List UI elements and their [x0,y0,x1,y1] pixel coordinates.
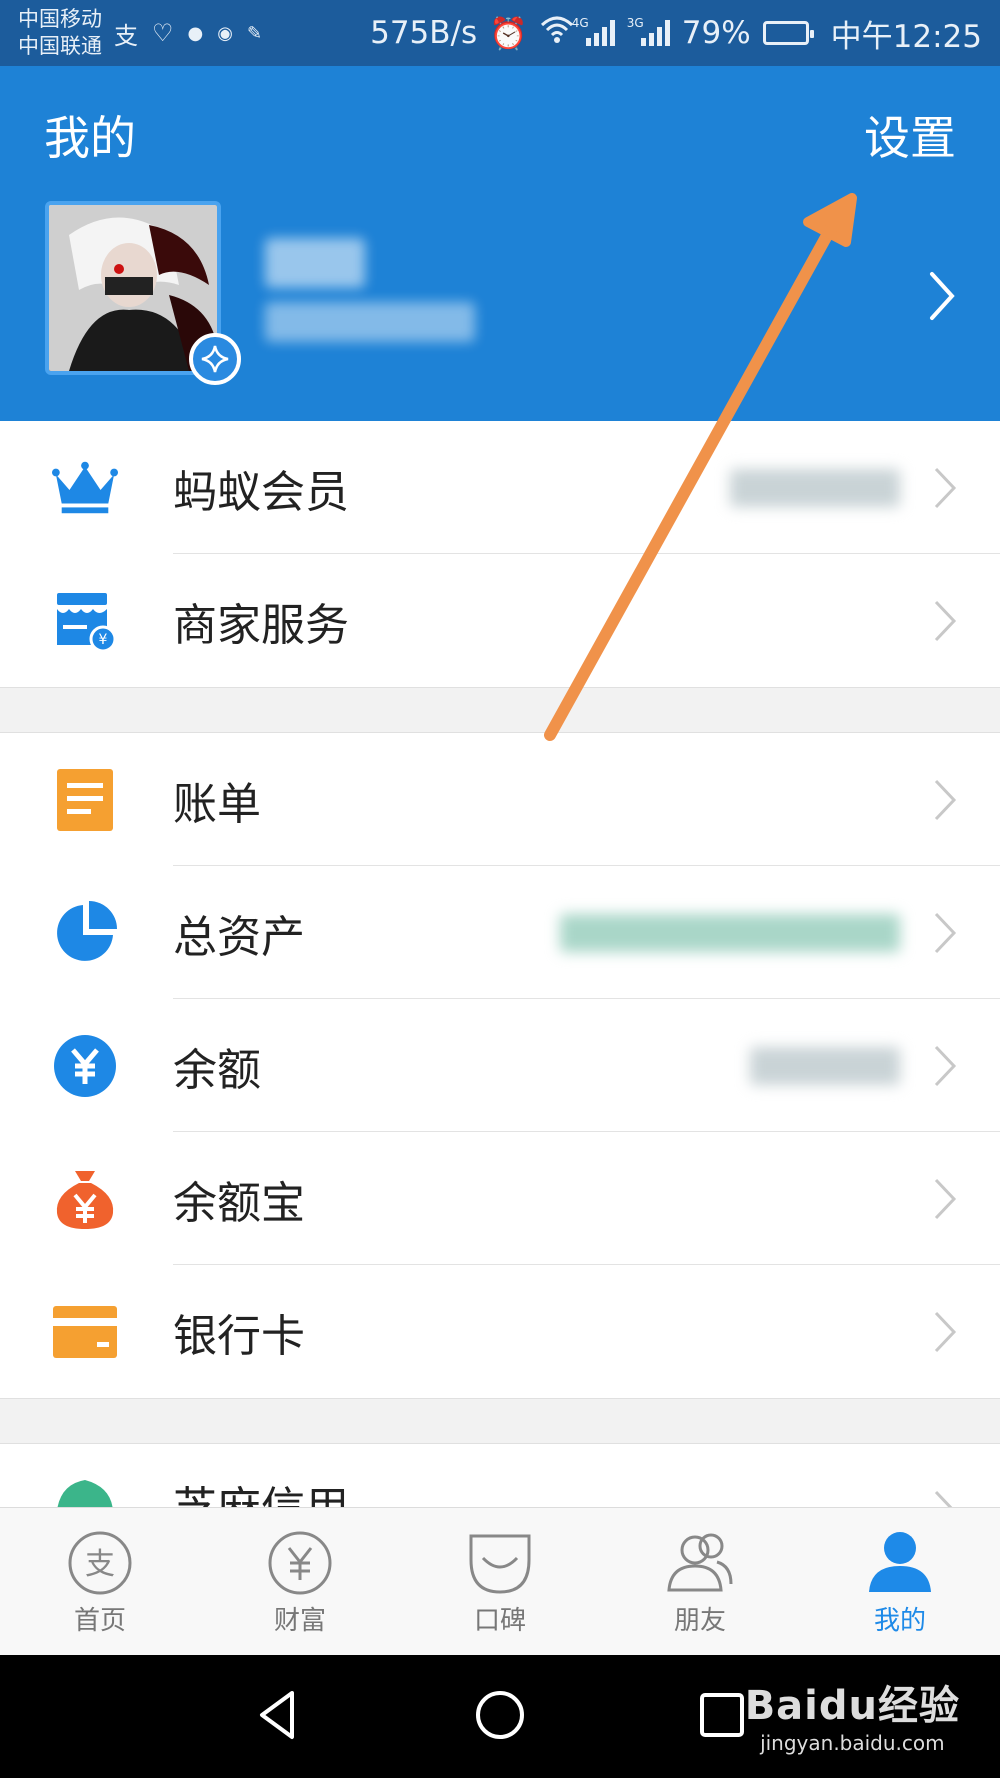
chevron-right-icon [930,463,960,513]
star-badge-icon [189,333,241,385]
menu-item-ant-member[interactable]: 蚂蚁会员 [0,421,1000,554]
menu-item-bill[interactable]: 账单 [0,733,1000,866]
tab-bar: 支 首页 财富 口碑 朋友 我的 [0,1507,1000,1655]
wifi-icon [540,15,574,51]
tab-profile[interactable]: 我的 [800,1508,1000,1655]
menu-item-label: 芝麻信用 [173,1472,349,1507]
menu-group-3: 芝麻信用 [0,1444,1000,1507]
menu-item-label: 商家服务 [173,599,349,651]
tab-label: 财富 [273,1606,326,1636]
page-title: 我的 [44,111,136,165]
pie-chart-icon [52,900,118,966]
wealth-yuan-icon [268,1531,332,1595]
tab-label: 我的 [873,1606,926,1636]
notification-icons: 支 ♡ ● ◉ ✎ [114,16,262,51]
alipay-notification-icon: 支 [114,21,138,50]
blurred-username [265,238,365,288]
heart-rate-icon: ♡ [152,19,174,47]
menu-group-2: 账单 总资产 余额 余额宝 银行卡 [0,733,1000,1398]
baidu-watermark: Baidu经验 jingyan.baidu.com [745,1673,960,1755]
menu-group-1: 蚂蚁会员 ¥ 商家服务 [0,421,1000,687]
section-gap [0,687,1000,733]
store-icon: ¥ [52,588,118,654]
tab-koubei[interactable]: 口碑 [400,1508,600,1655]
chevron-right-icon [930,1307,960,1357]
alarm-icon: ⏰ [489,15,528,52]
recents-square-icon[interactable] [692,1685,752,1745]
profile-header: 我的 设置 [0,66,1000,421]
money-bag-icon [52,1166,118,1232]
menu-item-label: 蚂蚁会员 [173,466,349,518]
profile-icon [869,1532,931,1592]
svg-text:支: 支 [85,1547,115,1582]
menu-item-label: 总资产 [173,911,305,963]
crown-icon [52,455,118,521]
menu-item-bank-card[interactable]: 银行卡 [0,1265,1000,1398]
app-notification-icon: ● [187,22,204,44]
bill-icon [52,767,118,833]
menu-item-label: 余额 [173,1044,261,1096]
tab-label: 口碑 [473,1606,526,1636]
chevron-right-icon [930,1486,960,1507]
home-circle-icon[interactable] [470,1685,530,1745]
carrier-2: 中国联通 [18,34,102,58]
net-speed: 575B/s [370,15,478,51]
watermark-brand: Baidu经验 [744,1683,960,1729]
section-gap [0,1398,1000,1444]
chevron-right-icon [930,1174,960,1224]
status-bar: 中国移动 中国联通 支 ♡ ● ◉ ✎ 575B/s ⏰ 4G 3G 79% 中… [0,0,1000,66]
location-app-icon: ◉ [217,22,233,44]
tab-label: 首页 [73,1606,126,1636]
menu-item-total-assets[interactable]: 总资产 [0,866,1000,999]
back-triangle-icon[interactable] [250,1685,310,1745]
tab-label: 朋友 [673,1606,726,1636]
blurred-value [750,1046,900,1085]
tab-wealth[interactable]: 财富 [200,1508,400,1655]
blurred-value [730,468,900,507]
pin-icon: ✎ [246,22,263,44]
menu-item-label: 余额宝 [173,1177,305,1229]
signal-icon-2: 3G [627,16,670,46]
svg-text:¥: ¥ [99,632,108,648]
watermark-url: jingyan.baidu.com [760,1731,945,1755]
tab-friends[interactable]: 朋友 [600,1508,800,1655]
yuan-circle-icon [52,1033,118,1099]
settings-button[interactable]: 设置 [864,102,956,168]
battery-percent: 79% [681,15,751,51]
home-alipay-icon: 支 [68,1531,132,1595]
bank-card-icon [52,1299,118,1365]
carrier-names: 中国移动 中国联通 [18,6,102,60]
profile-chevron-right-icon[interactable] [924,266,960,326]
menu-item-balance[interactable]: 余额 [0,999,1000,1132]
blurred-value [560,913,900,952]
menu-item-sesame-credit[interactable]: 芝麻信用 [0,1444,1000,1507]
chevron-right-icon [930,775,960,825]
network-type-2: 3G [626,16,644,30]
carrier-1: 中国移动 [18,7,102,31]
menu-item-merchant-service[interactable]: ¥ 商家服务 [0,554,1000,687]
system-nav-bar: Baidu经验 jingyan.baidu.com [0,1655,1000,1778]
battery-icon [762,21,814,45]
tab-home[interactable]: 支 首页 [0,1508,200,1655]
menu-item-label: 账单 [173,778,261,830]
menu-item-label: 银行卡 [173,1310,305,1362]
chevron-right-icon [930,596,960,646]
signal-icon-1: 4G [572,16,615,46]
menu-item-yuebao[interactable]: 余额宝 [0,1132,1000,1265]
friends-icon [667,1533,733,1592]
network-type-1: 4G [571,16,589,30]
blurred-account [265,302,475,342]
clock: 中午12:25 [830,18,982,55]
sesame-icon [52,1477,118,1507]
koubei-icon [469,1534,531,1594]
chevron-right-icon [930,908,960,958]
chevron-right-icon [930,1041,960,1091]
